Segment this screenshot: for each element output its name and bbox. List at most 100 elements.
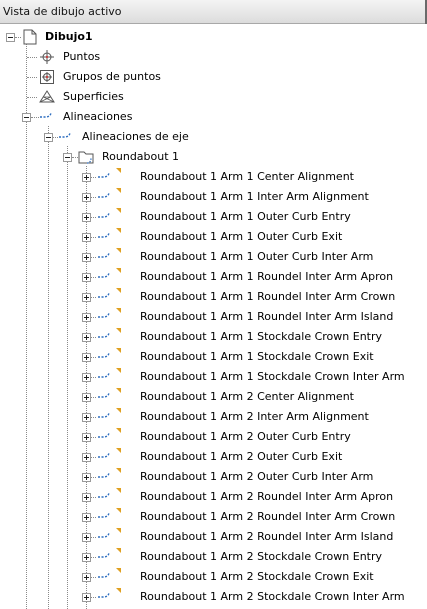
alignment-label: Roundabout 1 Arm 1 Stockdale Crown Exit [140, 350, 374, 363]
modified-flag-icon [116, 508, 121, 513]
alignment-label: Roundabout 1 Arm 1 Outer Curb Exit [140, 230, 343, 243]
surface-icon [39, 90, 55, 103]
expand-toggle[interactable] [82, 433, 91, 442]
alignment-icon [98, 511, 110, 518]
alignment-item[interactable]: Roundabout 1 Arm 2 Stockdale Crown Exit [0, 567, 427, 587]
modified-flag-icon [116, 308, 121, 313]
alignment-item[interactable]: Roundabout 1 Arm 1 Stockdale Crown Exit [0, 347, 427, 367]
prospector-tree[interactable]: Dibujo1 Puntos Grupos de puntos Superfic… [0, 24, 427, 609]
alignment-label: Roundabout 1 Arm 1 Roundel Inter Arm Apr… [140, 270, 394, 283]
alignment-item[interactable]: Roundabout 1 Arm 1 Outer Curb Inter Arm [0, 247, 427, 267]
modified-flag-icon [116, 328, 121, 333]
alignment-label: Roundabout 1 Arm 1 Outer Curb Inter Arm [140, 250, 374, 263]
alignment-icon [98, 371, 110, 378]
alignment-item[interactable]: Roundabout 1 Arm 2 Inter Arm Alignment [0, 407, 427, 427]
expand-toggle[interactable] [82, 173, 91, 182]
alignment-icon [98, 391, 110, 398]
tree-node-grupos-puntos[interactable]: Grupos de puntos [0, 67, 427, 87]
expand-toggle[interactable] [82, 293, 91, 302]
alignment-label: Roundabout 1 Arm 1 Roundel Inter Arm Isl… [140, 310, 394, 323]
alignment-label: Roundabout 1 Arm 2 Roundel Inter Arm Cro… [140, 510, 396, 523]
expand-toggle[interactable] [82, 553, 91, 562]
tree-label-alineaciones-eje: Alineaciones de eje [82, 130, 189, 143]
alignment-item[interactable]: Roundabout 1 Arm 1 Stockdale Crown Entry [0, 327, 427, 347]
tree-label-puntos: Puntos [63, 50, 101, 63]
modified-flag-icon [116, 288, 121, 293]
alignment-icon [98, 331, 110, 338]
tree-label-superficies: Superficies [63, 90, 124, 103]
alignment-item[interactable]: Roundabout 1 Arm 2 Outer Curb Entry [0, 427, 427, 447]
alignment-icon [98, 311, 110, 318]
alignment-item[interactable]: Roundabout 1 Arm 2 Outer Curb Inter Arm [0, 467, 427, 487]
expand-toggle[interactable] [82, 573, 91, 582]
alignment-item[interactable]: Roundabout 1 Arm 2 Stockdale Crown Inter… [0, 587, 427, 607]
expand-toggle[interactable] [82, 373, 91, 382]
alignment-item[interactable]: Roundabout 1 Arm 2 Roundel Inter Arm Isl… [0, 527, 427, 547]
tree-connector [91, 277, 96, 278]
expand-toggle[interactable] [82, 473, 91, 482]
tree-node-alineaciones-eje[interactable]: Alineaciones de eje [0, 127, 427, 147]
tree-node-root[interactable]: Dibujo1 [0, 27, 427, 47]
alignment-item[interactable]: Roundabout 1 Arm 1 Inter Arm Alignment [0, 187, 427, 207]
expand-toggle[interactable] [82, 513, 91, 522]
expand-toggle[interactable] [82, 393, 91, 402]
expand-toggle[interactable] [82, 233, 91, 242]
expand-toggle[interactable] [82, 493, 91, 502]
tree-connector [91, 417, 96, 418]
alignment-item[interactable]: Roundabout 1 Arm 2 Center Alignment [0, 387, 427, 407]
modified-flag-icon [116, 528, 121, 533]
tree-node-superficies[interactable]: Superficies [0, 87, 427, 107]
tree-label-root: Dibujo1 [45, 30, 93, 43]
alignment-item[interactable]: Roundabout 1 Arm 1 Roundel Inter Arm Isl… [0, 307, 427, 327]
expand-toggle[interactable] [82, 413, 91, 422]
alignment-icon [98, 471, 110, 478]
expand-toggle[interactable] [82, 453, 91, 462]
tree-label-roundabout: Roundabout 1 [102, 150, 180, 163]
expand-toggle[interactable] [82, 313, 91, 322]
alignment-item[interactable]: Roundabout 1 Arm 1 Outer Curb Exit [0, 227, 427, 247]
alignment-item[interactable]: Roundabout 1 Arm 2 Roundel Inter Arm Apr… [0, 487, 427, 507]
expand-toggle[interactable] [82, 593, 91, 602]
alignment-icon [59, 131, 71, 138]
collapse-toggle[interactable] [63, 153, 72, 162]
alignment-label: Roundabout 1 Arm 2 Center Alignment [140, 390, 354, 403]
tree-connector [27, 77, 37, 78]
alignment-item[interactable]: Roundabout 1 Arm 2 Stockdale Crown Entry [0, 547, 427, 567]
alignment-icon [98, 451, 110, 458]
alignment-icon [98, 531, 110, 538]
modified-flag-icon [116, 448, 121, 453]
expand-toggle[interactable] [82, 213, 91, 222]
collapse-toggle[interactable] [22, 113, 31, 122]
expand-toggle[interactable] [82, 333, 91, 342]
alignment-item[interactable]: Roundabout 1 Arm 2 Outer Curb Exit [0, 447, 427, 467]
tree-connector [91, 397, 96, 398]
alignment-icon [98, 191, 110, 198]
modified-flag-icon [116, 388, 121, 393]
alignment-item[interactable]: Roundabout 1 Arm 1 Outer Curb Entry [0, 207, 427, 227]
alignment-item[interactable]: Roundabout 1 Arm 1 Roundel Inter Arm Cro… [0, 287, 427, 307]
expand-toggle[interactable] [82, 193, 91, 202]
alignment-item[interactable]: Roundabout 1 Arm 1 Center Alignment [0, 167, 427, 187]
expand-toggle[interactable] [82, 353, 91, 362]
tree-node-alineaciones[interactable]: Alineaciones [0, 107, 427, 127]
alignment-label: Roundabout 1 Arm 1 Stockdale Crown Inter… [140, 370, 405, 383]
alignment-label: Roundabout 1 Arm 2 Outer Curb Exit [140, 450, 343, 463]
tree-connector [91, 517, 96, 518]
tree-node-roundabout[interactable]: Roundabout 1 [0, 147, 427, 167]
tree-connector [91, 477, 96, 478]
expand-toggle[interactable] [82, 273, 91, 282]
expand-toggle[interactable] [82, 533, 91, 542]
folder-icon [78, 151, 94, 164]
collapse-toggle[interactable] [6, 33, 15, 42]
alignment-item[interactable]: Roundabout 1 Arm 1 Roundel Inter Arm Apr… [0, 267, 427, 287]
alignment-label: Roundabout 1 Arm 1 Stockdale Crown Entry [140, 330, 383, 343]
alignment-icon [98, 291, 110, 298]
tree-node-puntos[interactable]: Puntos [0, 47, 427, 67]
alignment-item[interactable]: Roundabout 1 Arm 2 Roundel Inter Arm Cro… [0, 507, 427, 527]
expand-toggle[interactable] [82, 253, 91, 262]
tree-connector [91, 217, 96, 218]
alignment-item[interactable]: Roundabout 1 Arm 1 Stockdale Crown Inter… [0, 367, 427, 387]
alignment-label: Roundabout 1 Arm 2 Inter Arm Alignment [140, 410, 369, 423]
collapse-toggle[interactable] [44, 133, 53, 142]
tree-connector [91, 297, 96, 298]
